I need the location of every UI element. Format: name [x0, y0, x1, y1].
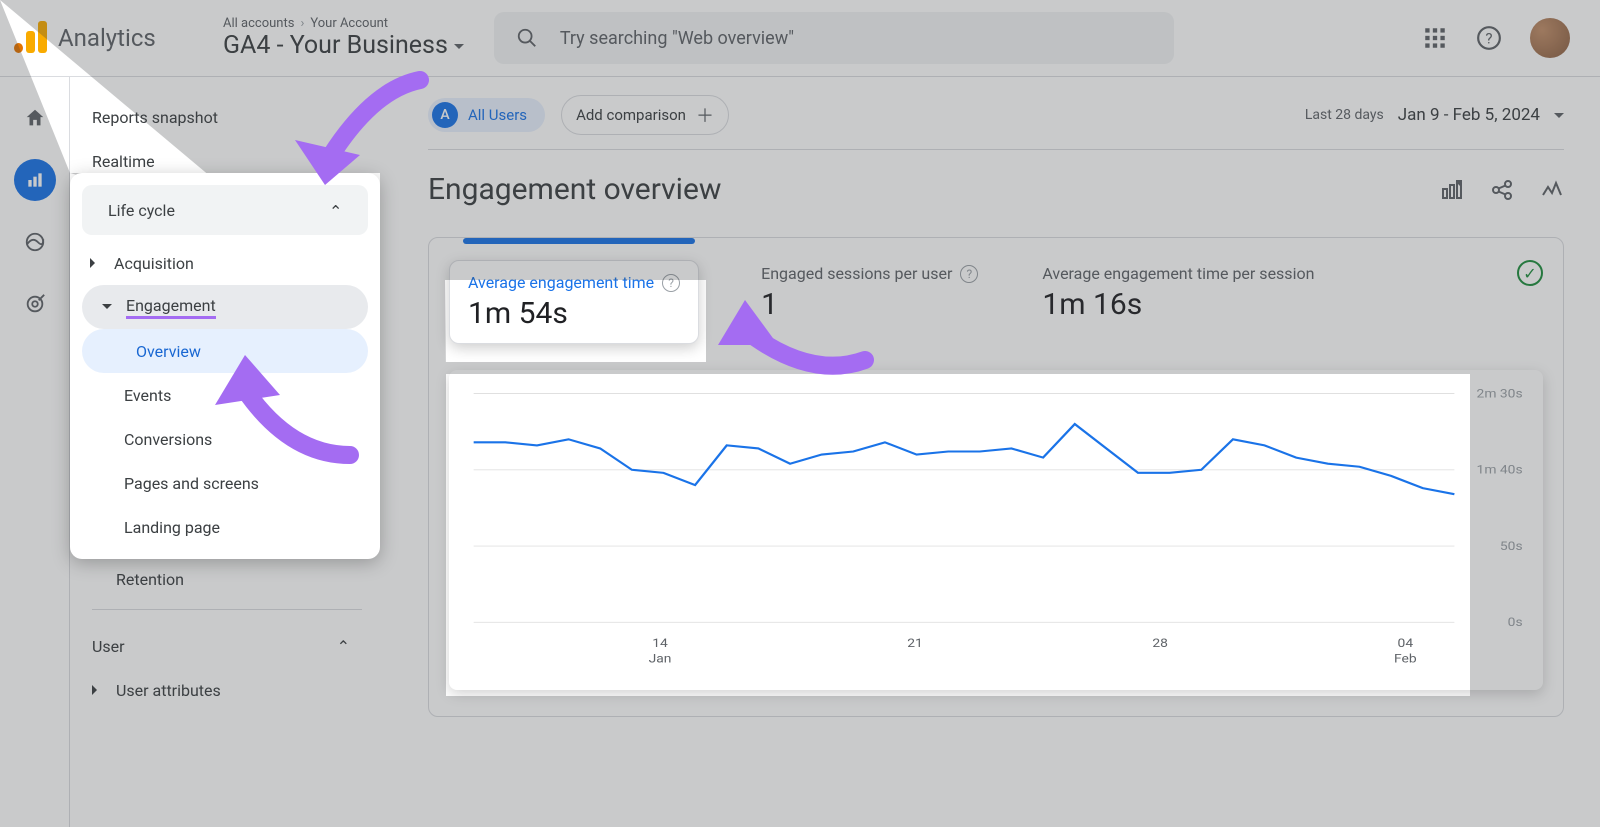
svg-text:14: 14	[652, 637, 668, 651]
nav-engagement-landing[interactable]: Landing page	[70, 505, 380, 549]
help-icon[interactable]: ?	[960, 265, 978, 283]
nav-retention[interactable]: Retention	[92, 557, 380, 601]
section-life-cycle[interactable]: Life cycle ⌄	[82, 185, 368, 235]
apps-grid-icon[interactable]	[1422, 25, 1448, 51]
app-header: Analytics All accounts › Your Account GA…	[0, 0, 1600, 77]
help-icon[interactable]: ?	[662, 274, 680, 292]
life-cycle-popup: Life cycle ⌄ Acquisition Engagement Over…	[70, 173, 380, 559]
nav-acquisition[interactable]: Acquisition	[70, 241, 380, 285]
left-rail	[0, 77, 70, 827]
header-actions: ?	[1422, 18, 1570, 58]
chip-all-users[interactable]: A All Users	[428, 98, 545, 132]
svg-text:04: 04	[1398, 637, 1414, 651]
nav-engagement[interactable]: Engagement	[82, 285, 368, 329]
engagement-card: Average engagement time? 1m 54s Engaged …	[428, 237, 1564, 717]
chevron-right-icon: ›	[300, 16, 304, 31]
property-title[interactable]: GA4 - Your Business	[223, 31, 464, 60]
customize-icon[interactable]	[1440, 178, 1464, 202]
svg-text:1m 40s: 1m 40s	[1477, 463, 1523, 477]
plus-icon: ＋	[696, 102, 714, 128]
date-caption: Last 28 days	[1305, 107, 1384, 123]
rail-reports[interactable]	[14, 159, 56, 201]
property-name: GA4 - Your Business	[223, 31, 448, 60]
help-icon[interactable]: ?	[1476, 25, 1502, 51]
metric-engaged-sessions-per-user[interactable]: Engaged sessions per user? 1	[759, 260, 980, 326]
nav-engagement-pages[interactable]: Pages and screens	[70, 461, 380, 505]
metric-avg-engagement-per-session[interactable]: Average engagement time per session 1m 1…	[1040, 260, 1316, 326]
metrics-row: Average engagement time? 1m 54s Engaged …	[449, 260, 1543, 344]
svg-text:Jan: Jan	[649, 652, 672, 666]
add-comparison-button[interactable]: Add comparison ＋	[561, 95, 729, 135]
caret-down-icon	[454, 44, 464, 54]
analytics-logo-icon	[14, 21, 48, 55]
page-title: Engagement overview	[428, 172, 721, 207]
svg-text:?: ?	[1485, 29, 1492, 47]
segment-badge: A	[432, 102, 458, 128]
crumb-all-accounts[interactable]: All accounts	[223, 16, 294, 31]
engagement-chart[interactable]: 0s 50s 1m 40s 2m 30s 14Jan 21 28 04Feb	[449, 370, 1543, 690]
nav-engagement-conversions[interactable]: Conversions	[70, 417, 380, 461]
page-actions	[1440, 178, 1564, 202]
active-tab-indicator	[463, 238, 695, 244]
chevron-up-icon: ⌃	[337, 637, 350, 656]
rail-advertising[interactable]	[14, 283, 56, 325]
nav-engagement-events[interactable]: Events	[70, 373, 380, 417]
search-placeholder: Try searching "Web overview"	[560, 28, 794, 49]
svg-text:0s: 0s	[1508, 616, 1523, 630]
caret-down-icon	[1554, 113, 1564, 123]
svg-text:28: 28	[1152, 637, 1168, 651]
avatar[interactable]	[1530, 18, 1570, 58]
rail-explore[interactable]	[14, 221, 56, 263]
svg-text:Feb: Feb	[1394, 652, 1417, 666]
crumb-account[interactable]: Your Account	[310, 16, 388, 31]
content-area: A All Users Add comparison ＋ Last 28 day…	[380, 77, 1600, 827]
breadcrumb: All accounts › Your Account	[223, 16, 464, 31]
account-selector[interactable]: All accounts › Your Account GA4 - Your B…	[223, 16, 464, 60]
chevron-up-icon: ⌄	[329, 201, 342, 220]
date-range: Jan 9 - Feb 5, 2024	[1398, 105, 1540, 125]
metric-avg-engagement-time[interactable]: Average engagement time? 1m 54s	[449, 260, 699, 344]
section-user[interactable]: User ⌃	[92, 624, 380, 668]
search-input[interactable]: Try searching "Web overview"	[494, 12, 1174, 64]
comparison-bar: A All Users Add comparison ＋ Last 28 day…	[428, 95, 1564, 135]
insights-icon[interactable]	[1540, 178, 1564, 202]
rail-home[interactable]	[14, 97, 56, 139]
product-logo[interactable]: Analytics	[14, 21, 219, 55]
nav-user-attributes[interactable]: User attributes	[92, 668, 380, 712]
share-icon[interactable]	[1490, 178, 1514, 202]
nav-reports-snapshot[interactable]: Reports snapshot	[92, 95, 380, 139]
status-ok-icon[interactable]: ✓	[1517, 260, 1543, 286]
search-icon	[516, 27, 538, 49]
nav-engagement-overview[interactable]: Overview	[82, 329, 368, 373]
product-name: Analytics	[58, 24, 156, 52]
svg-text:21: 21	[907, 637, 923, 651]
svg-text:50s: 50s	[1500, 540, 1523, 554]
date-range-picker[interactable]: Last 28 days Jan 9 - Feb 5, 2024	[1305, 105, 1564, 125]
svg-text:2m 30s: 2m 30s	[1477, 387, 1523, 401]
